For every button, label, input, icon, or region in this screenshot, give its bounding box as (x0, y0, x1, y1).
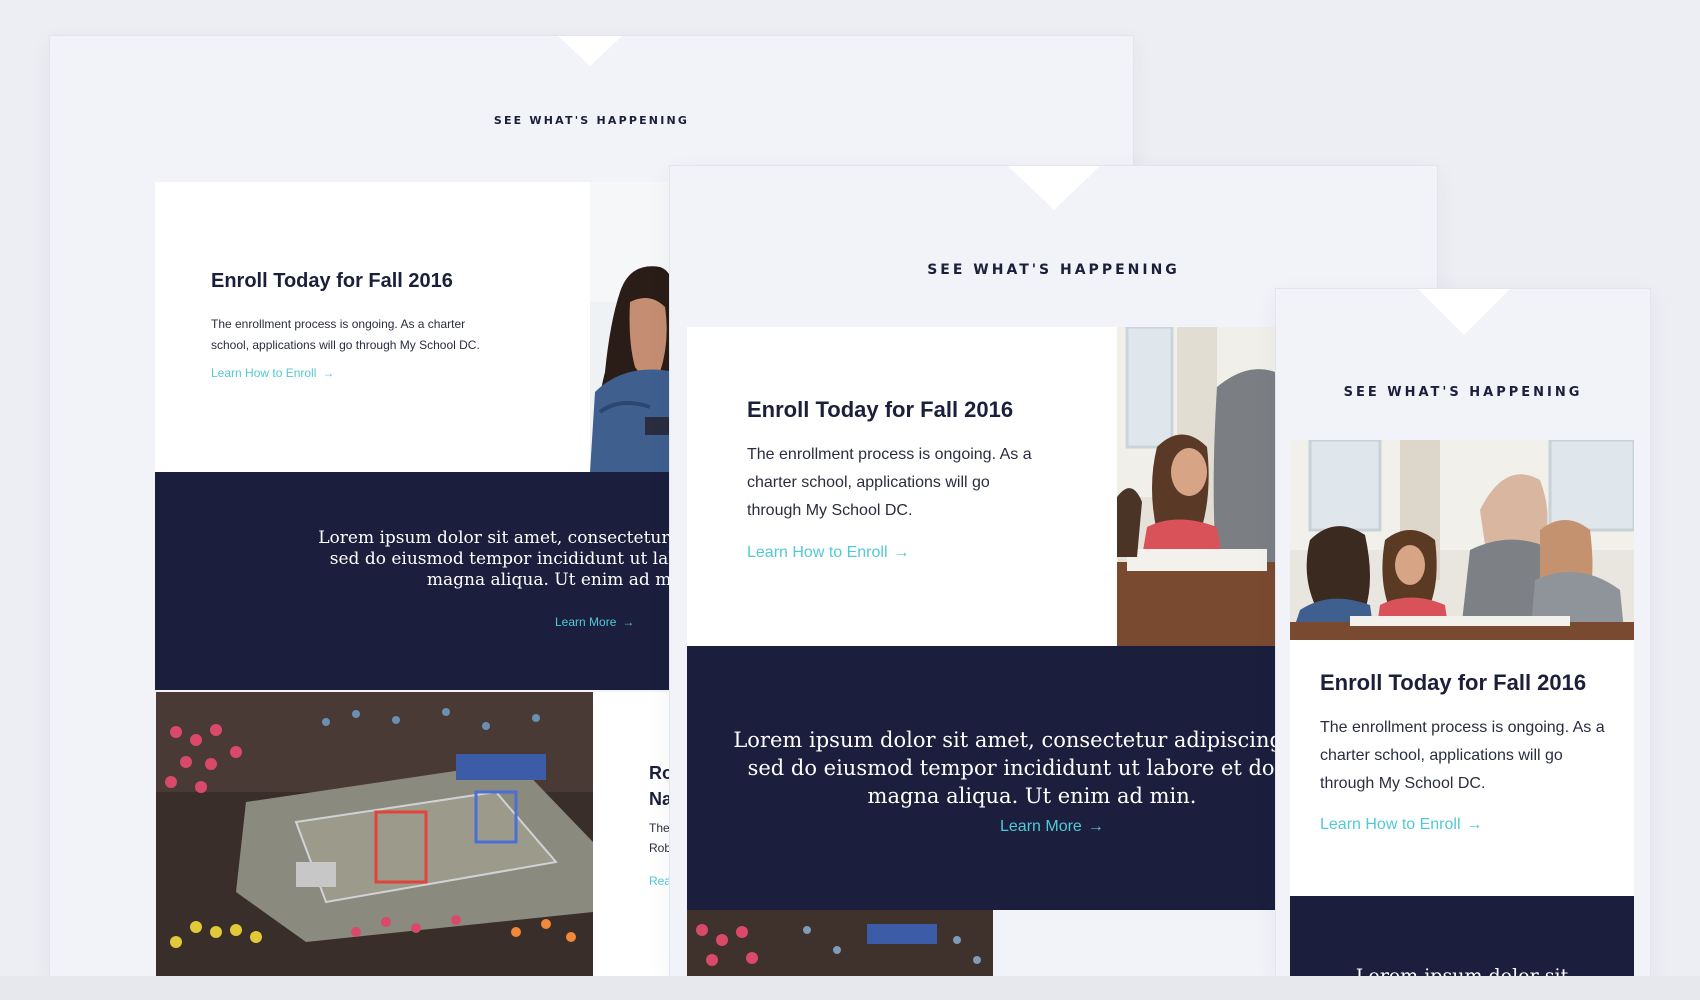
enroll-card: Enroll Today for Fall 2016 The enrollmen… (155, 182, 675, 472)
arrow-right-icon: → (1466, 816, 1483, 833)
quote-text: Lorem ipsum dolor sit (1355, 965, 1569, 976)
classroom-photo (1117, 327, 1275, 646)
enroll-card-title: Enroll Today for Fall 2016 (747, 397, 1014, 422)
learn-more-link[interactable]: Learn More → (1000, 818, 1104, 836)
robotics-card: Ro Na The Rob Rea (593, 692, 675, 976)
learn-how-to-enroll-link[interactable]: Learn How to Enroll → (1320, 816, 1483, 834)
section-kicker: SEE WHAT'S HAPPENING (1343, 385, 1583, 400)
robotics-arena-photo (687, 910, 993, 976)
link-label: Learn How to Enroll (1320, 816, 1461, 833)
quote-band: Lorem ipsum dolor sit (1290, 896, 1634, 976)
section-notch (1418, 289, 1510, 335)
link-label: Learn How to Enroll (211, 366, 317, 380)
enroll-card-body: The enrollment process is ongoing. As a … (747, 446, 1032, 519)
quote-text: Lorem ipsum dolor sit amet, consectetur … (733, 728, 1275, 808)
enroll-card-title: Enroll Today for Fall 2016 (211, 270, 453, 292)
learn-more-link[interactable]: Learn More → (555, 615, 634, 629)
classroom-photo (590, 182, 675, 472)
learn-how-to-enroll-link[interactable]: Learn How to Enroll → (211, 366, 334, 380)
enroll-card-body: The enrollment process is ongoing. As a … (1320, 719, 1605, 792)
robotics-arena-photo (156, 692, 593, 976)
arrow-right-icon: → (893, 544, 910, 561)
mobile-frame: SEE WHAT'S HAPPENING Enroll Today for Fa… (1276, 289, 1650, 976)
quote-band: Lorem ipsum dolor sit amet, consectetur … (155, 472, 675, 690)
enroll-card: Enroll Today for Fall 2016 The enrollmen… (1290, 640, 1634, 896)
section-notch (558, 36, 622, 66)
link-label: Learn More (555, 615, 617, 629)
page-bottom-edge (0, 976, 1700, 1000)
enroll-card: Enroll Today for Fall 2016 The enrollmen… (687, 327, 1275, 646)
robotics-card-body: The Rob (649, 821, 672, 855)
arrow-right-icon: → (322, 366, 335, 380)
section-kicker: SEE WHAT'S HAPPENING (927, 262, 1180, 278)
learn-how-to-enroll-link[interactable]: Learn How to Enroll → (747, 544, 910, 562)
enroll-card-body: The enrollment process is ongoing. As a … (211, 317, 480, 352)
link-label: Learn How to Enroll (747, 544, 888, 561)
read-more-link[interactable]: Rea (649, 874, 671, 888)
arrow-right-icon: → (1087, 818, 1104, 835)
link-label: Learn More (1000, 818, 1082, 835)
quote-band: Lorem ipsum dolor sit amet, consectetur … (687, 646, 1275, 910)
section-notch (1008, 166, 1100, 210)
arrow-right-icon: → (622, 615, 635, 629)
enroll-card-title: Enroll Today for Fall 2016 (1320, 670, 1587, 695)
classroom-photo (1290, 440, 1634, 640)
section-kicker: SEE WHAT'S HAPPENING (493, 114, 690, 127)
quote-text: Lorem ipsum dolor sit amet, consectetur … (318, 528, 675, 590)
